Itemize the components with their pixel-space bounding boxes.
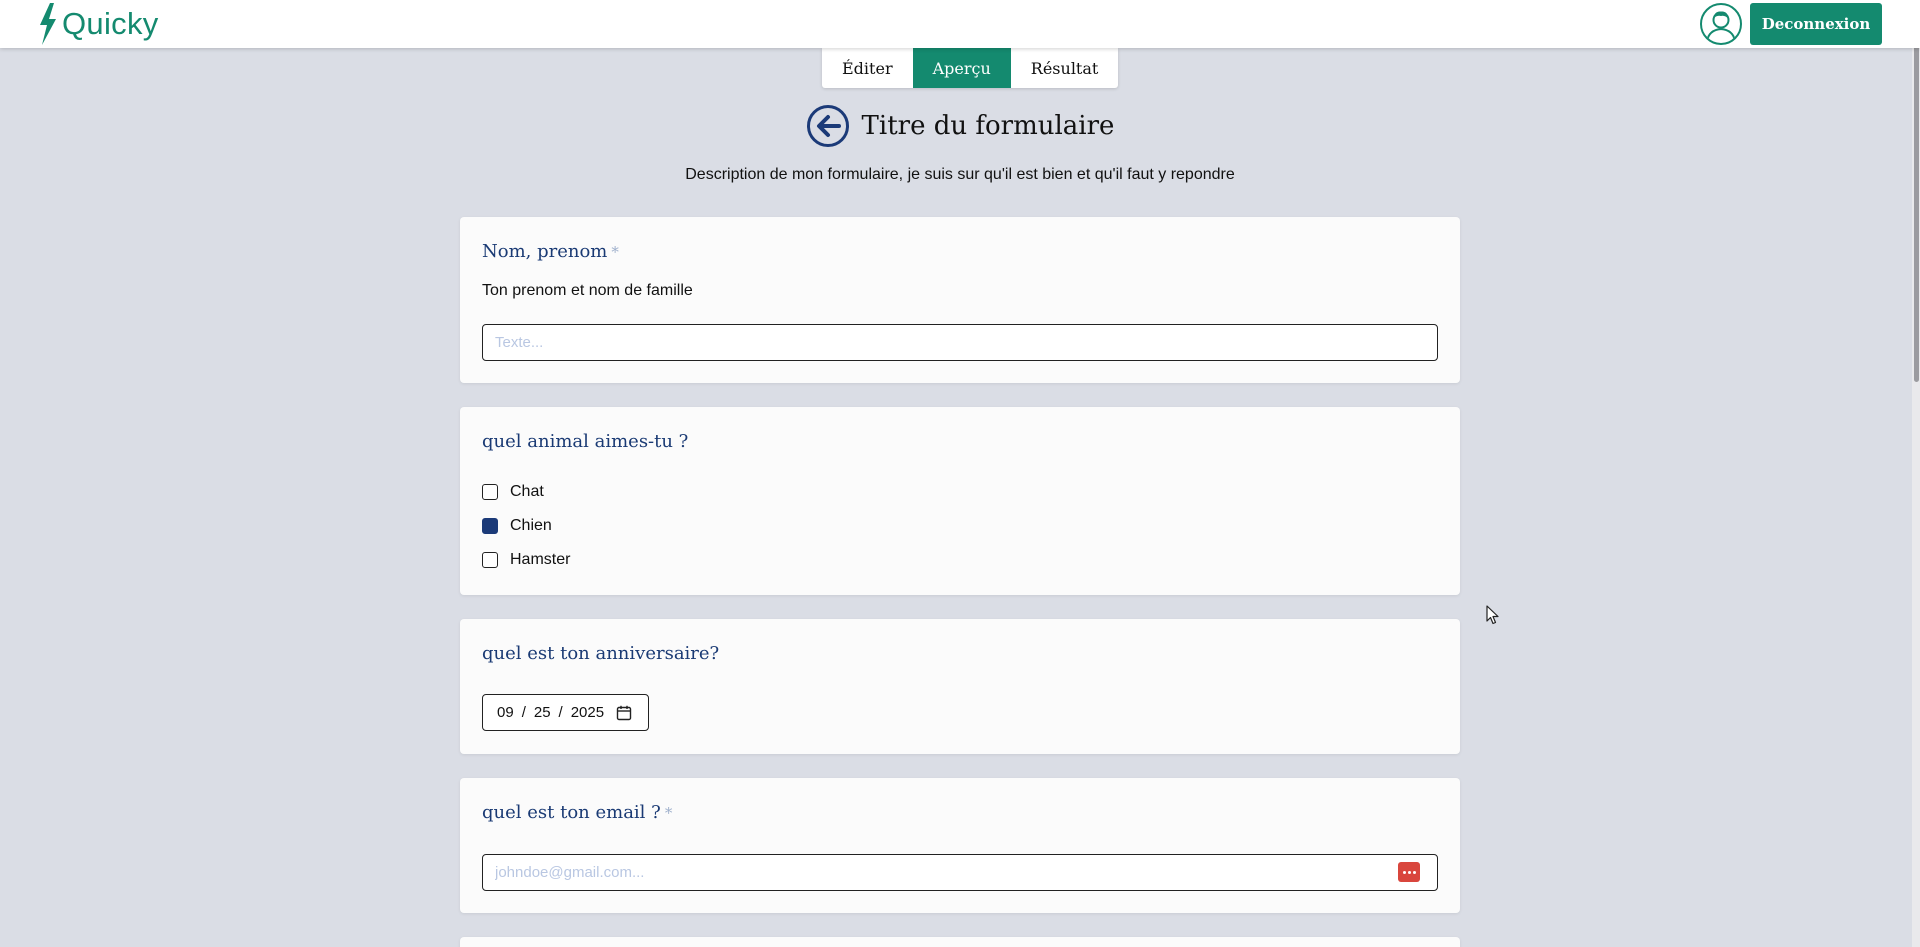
- password-manager-icon[interactable]: [1398, 862, 1420, 882]
- mouse-cursor-icon: [1486, 605, 1499, 625]
- tab-edit[interactable]: Éditer: [822, 48, 913, 88]
- option-chien[interactable]: Chien: [482, 517, 552, 535]
- question-title: quel est ton email ? *: [482, 802, 672, 823]
- question-description: Ton prenom et nom de famille: [482, 282, 693, 299]
- date-separator: /: [558, 704, 563, 721]
- option-chat[interactable]: Chat: [482, 483, 544, 501]
- name-input[interactable]: [482, 324, 1438, 361]
- date-year[interactable]: 2025: [571, 704, 604, 721]
- question-card-email: quel est ton email ? *: [460, 778, 1460, 913]
- question-card-birthday: quel est ton anniversaire? 09 / 25 / 202…: [460, 619, 1460, 754]
- form-title: Titre du formulaire: [861, 111, 1115, 141]
- checkbox[interactable]: [482, 552, 498, 568]
- question-title-text: Nom, prenom: [482, 241, 608, 262]
- lightning-bolt-icon: [40, 3, 56, 45]
- arrow-left-circle-icon[interactable]: [806, 104, 850, 148]
- question-title-text: quel est ton email ?: [482, 802, 661, 823]
- option-label: Chat: [510, 483, 544, 500]
- form-description: Description de mon formulaire, je suis s…: [685, 166, 1235, 183]
- top-bar: Quicky Deconnexion: [0, 0, 1920, 48]
- question-title: Nom, prenom *: [482, 241, 619, 262]
- checkbox[interactable]: [482, 484, 498, 500]
- question-title: quel animal aimes-tu ?: [482, 431, 689, 452]
- tab-results[interactable]: Résultat: [1011, 48, 1119, 88]
- question-card-next: [460, 937, 1460, 947]
- user-avatar-icon[interactable]: [1700, 3, 1742, 45]
- option-label: Chien: [510, 517, 552, 534]
- app-logo[interactable]: Quicky: [36, 2, 159, 46]
- date-input[interactable]: 09 / 25 / 2025: [482, 694, 649, 731]
- view-tabs: Éditer Aperçu Résultat: [822, 48, 1119, 88]
- logout-button[interactable]: Deconnexion: [1750, 3, 1882, 45]
- question-title: quel est ton anniversaire?: [482, 643, 720, 664]
- option-hamster[interactable]: Hamster: [482, 551, 570, 569]
- app-name: Quicky: [62, 6, 159, 41]
- checkbox-checked[interactable]: [482, 518, 498, 534]
- date-day[interactable]: 25: [534, 704, 551, 721]
- calendar-icon[interactable]: [616, 705, 632, 721]
- form-header: Titre du formulaire: [0, 104, 1920, 153]
- question-card-name: Nom, prenom * Ton prenom et nom de famill…: [460, 217, 1460, 383]
- option-label: Hamster: [510, 551, 571, 568]
- email-input[interactable]: [482, 854, 1438, 891]
- date-separator: /: [521, 704, 526, 721]
- date-month[interactable]: 09: [497, 704, 514, 721]
- tab-preview[interactable]: Aperçu: [912, 48, 1011, 88]
- required-mark: *: [664, 804, 673, 822]
- scrollbar-thumb[interactable]: [1914, 2, 1919, 382]
- question-card-animal: quel animal aimes-tu ? Chat Chien Hamste…: [460, 407, 1460, 595]
- required-mark: *: [611, 243, 619, 261]
